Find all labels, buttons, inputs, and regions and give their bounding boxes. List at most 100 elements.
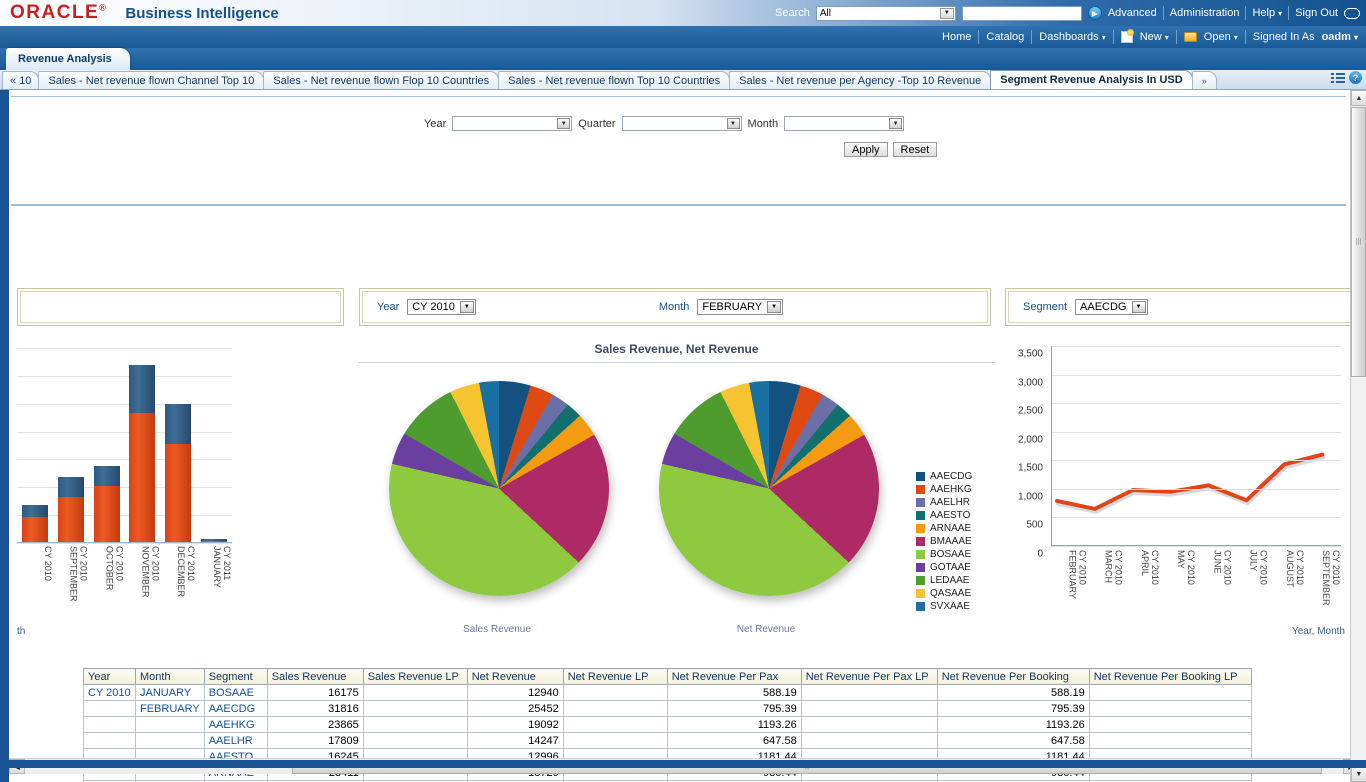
table-row[interactable]: AAEHKG23865190921193.261193.26 xyxy=(84,717,1252,733)
list-options-icon[interactable] xyxy=(1331,72,1345,84)
pie-chart-net-revenue[interactable] xyxy=(659,381,879,596)
tab-segment-revenue-analysis-in-usd[interactable]: Segment Revenue Analysis In USD xyxy=(990,70,1192,89)
table-row[interactable]: AAELHR1780914247647.58647.58 xyxy=(84,733,1252,749)
new-document-icon[interactable] xyxy=(1121,31,1133,43)
current-user-menu[interactable]: oadm ▾ xyxy=(1322,31,1358,43)
help-menu[interactable]: Help ▾ xyxy=(1252,7,1282,19)
nav-new-label: New xyxy=(1140,31,1162,43)
pie-legend-item[interactable]: AAELHR xyxy=(916,497,972,508)
center-year-select[interactable]: CY 2010 ▼ xyxy=(407,299,476,315)
prompt-quarter-label: Quarter xyxy=(578,118,615,130)
search-scope-select[interactable]: All ▼ xyxy=(816,6,956,21)
table-column-header[interactable]: Month xyxy=(136,669,205,685)
segment-select[interactable]: AAECDG ▼ xyxy=(1075,299,1147,315)
folder-open-icon[interactable] xyxy=(1184,32,1197,42)
tab-sales-net-revenue-flown-channel-top-10[interactable]: Sales - Net revenue flown Channel Top 10 xyxy=(38,71,264,89)
table-row[interactable]: FEBRUARYAAECDG3181625452795.39795.39 xyxy=(84,701,1252,717)
chat-bubble-icon[interactable] xyxy=(1344,8,1360,19)
bar-segment-net-revenue[interactable] xyxy=(94,486,120,542)
center-month-select[interactable]: FEBRUARY ▼ xyxy=(697,299,783,315)
table-cell xyxy=(563,701,667,717)
vertical-scrollbar[interactable]: ▲ ▼ xyxy=(1350,90,1366,782)
prompt-quarter-select[interactable]: ▼ xyxy=(622,116,742,131)
prompt-month-select[interactable]: ▼ xyxy=(784,116,904,131)
pie-legend-item[interactable]: LEDAAE xyxy=(916,575,972,586)
bar-segment-sales-revenue[interactable] xyxy=(58,477,84,497)
scroll-up-button[interactable]: ▲ xyxy=(1351,90,1366,106)
advanced-link[interactable]: Advanced xyxy=(1108,7,1157,19)
prompt-year-select[interactable]: ▼ xyxy=(452,116,572,131)
table-column-header[interactable]: Sales Revenue xyxy=(267,669,363,685)
chevron-down-icon[interactable]: ▼ xyxy=(889,118,902,129)
pie-legend-swatch xyxy=(916,511,925,520)
tab-sales-net-revenue-flown-top-10-countries[interactable]: Sales - Net revenue flown Top 10 Countri… xyxy=(498,71,730,89)
reset-button[interactable]: Reset xyxy=(893,142,938,157)
nav-catalog[interactable]: Catalog xyxy=(986,31,1024,43)
help-icon[interactable]: ? xyxy=(1349,71,1362,84)
table-column-header[interactable]: Net Revenue xyxy=(467,669,563,685)
bar-column[interactable] xyxy=(53,477,89,542)
table-column-header[interactable]: Segment xyxy=(204,669,267,685)
pie-legend-item[interactable]: SVXAAE xyxy=(916,601,972,612)
chevron-down-icon[interactable]: ▼ xyxy=(460,301,474,313)
table-column-header[interactable]: Net Revenue Per Pax xyxy=(667,669,801,685)
table-column-header[interactable]: Sales Revenue LP xyxy=(363,669,467,685)
table-cell xyxy=(563,733,667,749)
nav-home[interactable]: Home xyxy=(942,31,971,43)
table-cell xyxy=(801,685,937,701)
vertical-scroll-thumb[interactable] xyxy=(1351,107,1366,377)
table-cell: JANUARY xyxy=(136,685,205,701)
dashboard-tab-revenue-analysis[interactable]: Revenue Analysis xyxy=(6,48,130,70)
table-column-header[interactable]: Net Revenue Per Booking LP xyxy=(1089,669,1251,685)
administration-link[interactable]: Administration xyxy=(1170,7,1240,19)
tab-sales-net-revenue-flown-flop-10-countries[interactable]: Sales - Net revenue flown Flop 10 Countr… xyxy=(263,71,499,89)
chevron-down-icon[interactable]: ▼ xyxy=(767,301,781,313)
bar-segment-net-revenue[interactable] xyxy=(58,497,84,542)
table-column-header[interactable]: Net Revenue Per Pax LP xyxy=(801,669,937,685)
pie-legend-item[interactable]: AAECDG xyxy=(916,471,972,482)
bar-segment-sales-revenue[interactable] xyxy=(22,505,48,516)
bar-segment-net-revenue[interactable] xyxy=(165,444,191,542)
chevron-down-icon[interactable]: ▼ xyxy=(557,118,570,129)
scroll-down-button[interactable]: ▼ xyxy=(1351,766,1366,782)
bar-column[interactable] xyxy=(17,505,53,542)
search-input[interactable] xyxy=(962,6,1082,21)
tab-label: Sales - Net revenue per Agency -Top 10 R… xyxy=(739,75,981,87)
table-cell: 647.58 xyxy=(667,733,801,749)
bar-chart-revenue-by-month: CY 2010CY 2010 SEPTEMBERCY 2010 OCTOBERC… xyxy=(9,338,349,648)
pie-legend-item[interactable]: AAESTO xyxy=(916,510,972,521)
nav-open[interactable]: Open ▾ xyxy=(1204,31,1238,43)
table-column-header[interactable]: Net Revenue Per Booking xyxy=(937,669,1089,685)
bar-column[interactable] xyxy=(124,365,160,542)
search-go-button[interactable]: ▶ xyxy=(1088,6,1102,20)
bar-segment-sales-revenue[interactable] xyxy=(94,466,120,486)
line-chart-series-path xyxy=(1051,346,1341,546)
pie-legend-item[interactable]: GOTAAE xyxy=(916,562,972,573)
pie-legend-item[interactable]: QASAAE xyxy=(916,588,972,599)
pie-legend-item[interactable]: BMAAAE xyxy=(916,536,972,547)
bar-segment-sales-revenue[interactable] xyxy=(129,365,155,413)
bar-column[interactable] xyxy=(160,404,196,542)
chevron-down-icon[interactable]: ▼ xyxy=(727,118,740,129)
bar-segment-net-revenue[interactable] xyxy=(129,413,155,542)
page-tabs-previous[interactable]: « 10 xyxy=(2,71,39,89)
tab-sales-net-revenue-per-agency-top-10-revenue[interactable]: Sales - Net revenue per Agency -Top 10 R… xyxy=(729,71,991,89)
bar-segment-sales-revenue[interactable] xyxy=(165,404,191,443)
table-row[interactable]: CY 2010JANUARYBOSAAE1617512940588.19588.… xyxy=(84,685,1252,701)
pie-legend-label: LEDAAE xyxy=(930,575,969,586)
chevron-down-icon[interactable]: ▼ xyxy=(940,8,954,19)
pie-legend-item[interactable]: BOSAAE xyxy=(916,549,972,560)
pie-legend-item[interactable]: AAEHKG xyxy=(916,484,972,495)
chevron-down-icon[interactable]: ▼ xyxy=(1132,301,1146,313)
bar-segment-net-revenue[interactable] xyxy=(22,517,48,542)
apply-button[interactable]: Apply xyxy=(844,142,888,157)
nav-new[interactable]: New ▾ xyxy=(1140,31,1169,43)
table-column-header[interactable]: Net Revenue LP xyxy=(563,669,667,685)
nav-dashboards[interactable]: Dashboards ▾ xyxy=(1039,31,1105,43)
pie-chart-sales-revenue[interactable] xyxy=(389,381,609,596)
bar-column[interactable] xyxy=(89,466,125,542)
table-column-header[interactable]: Year xyxy=(84,669,136,685)
pie-legend-item[interactable]: ARNAAE xyxy=(916,523,972,534)
page-tabs-overflow[interactable]: » xyxy=(1192,71,1217,89)
sign-out-link[interactable]: Sign Out xyxy=(1295,7,1338,19)
